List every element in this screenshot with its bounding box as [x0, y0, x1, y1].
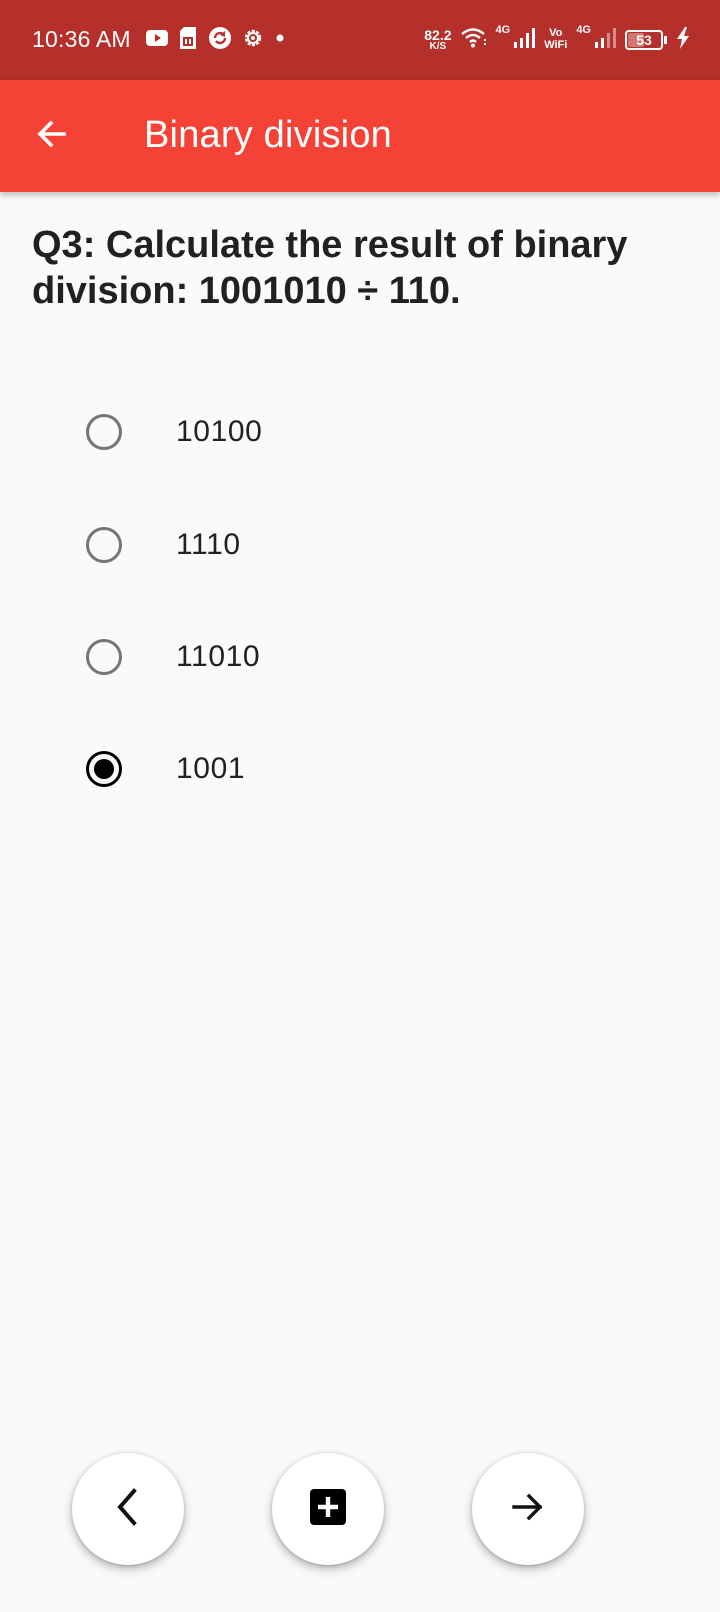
status-left-icons — [146, 26, 286, 54]
option-3-radio[interactable] — [86, 639, 122, 675]
network-type-label-1: 4G — [495, 24, 511, 36]
plus-box-icon — [309, 1488, 347, 1531]
vowifi-indicator: Vo WiFi — [544, 28, 567, 51]
network-speed: 82.2 K/S — [424, 28, 451, 52]
option-2-label: 1110 — [176, 528, 241, 561]
network-type-label-2: 4G — [576, 24, 591, 36]
question-text: Q3: Calculate the result of binary divis… — [32, 224, 628, 312]
option-3[interactable]: 11010 — [60, 609, 660, 705]
arrow-left-icon — [34, 116, 70, 157]
previous-button[interactable] — [72, 1453, 184, 1565]
option-4-radio[interactable] — [86, 751, 122, 787]
app-title: Binary division — [144, 114, 392, 156]
network-speed-unit: K/S — [429, 41, 447, 52]
signal-icon — [513, 27, 536, 54]
app-bar: Binary division — [0, 80, 720, 192]
arrow-right-icon — [509, 1489, 547, 1530]
option-1-radio[interactable] — [86, 414, 122, 450]
chevron-left-icon — [110, 1487, 146, 1532]
wifi-icon — [460, 27, 487, 54]
gear-icon — [242, 27, 264, 54]
status-bar: 10:36 AM 82.2 K/S 4G Vo WiFi 4G 53 — [0, 0, 720, 80]
vowifi-bottom-label: WiFi — [544, 39, 568, 51]
add-button[interactable] — [272, 1453, 384, 1565]
battery-level: 53 — [636, 32, 652, 48]
battery-indicator: 53 — [625, 30, 663, 50]
sync-icon — [208, 26, 232, 55]
status-right-icons: 82.2 K/S 4G Vo WiFi 4G 53 — [424, 22, 690, 58]
battery-tip — [664, 36, 667, 44]
option-4-label: 1001 — [176, 752, 246, 785]
option-2[interactable]: 1110 — [60, 497, 660, 593]
status-time: 10:36 AM — [32, 26, 131, 52]
back-button[interactable] — [24, 108, 80, 164]
option-2-radio[interactable] — [86, 527, 122, 563]
option-4[interactable]: 1001 — [60, 721, 660, 817]
option-1[interactable]: 10100 — [60, 384, 660, 480]
charging-bolt-icon — [676, 26, 690, 54]
notification-dot-icon — [274, 31, 286, 49]
youtube-icon — [146, 29, 168, 51]
option-1-label: 10100 — [176, 415, 263, 448]
sim-card-icon — [178, 26, 198, 55]
next-button[interactable] — [472, 1453, 584, 1565]
signal-weak-icon — [594, 27, 616, 54]
network-speed-value: 82.2 — [424, 27, 452, 43]
option-3-label: 11010 — [176, 640, 261, 673]
